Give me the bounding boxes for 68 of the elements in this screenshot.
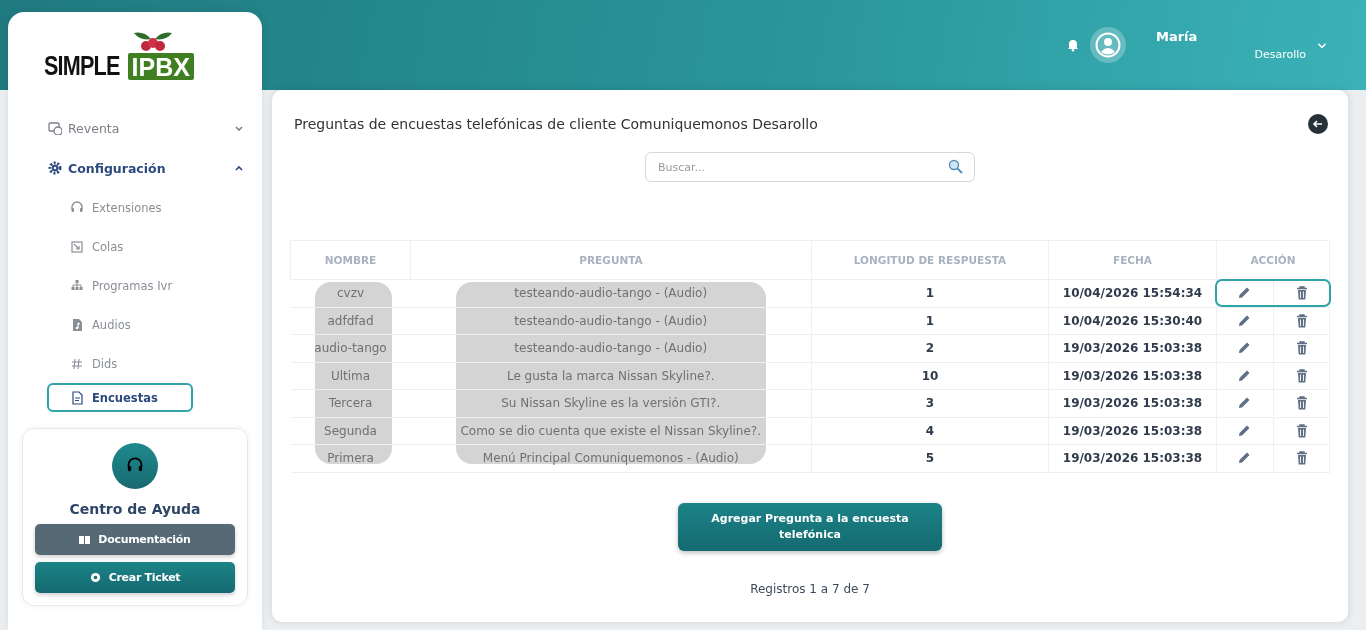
user-name: María [1156, 29, 1199, 44]
submenu-item[interactable]: Extensiones [48, 188, 198, 227]
raspberry-icon [131, 31, 174, 53]
table-cell: Como se dio cuenta que existe el Nissan Skyline?. [410, 417, 812, 445]
search-field[interactable]: Buscar... [645, 152, 975, 182]
table-cell: 5 [811, 444, 1049, 472]
table-cell: audio-tango [290, 334, 411, 362]
table-cell: testeando-audio-tango - (Audio) [410, 279, 812, 307]
search-icon [948, 159, 963, 174]
page-title: Preguntas de encuestas telefónicas de cliente Comuniquemonos Desarollo [294, 116, 818, 132]
table-cell: Ultima [290, 362, 411, 390]
submenu-item[interactable]: Programas Ivr [48, 266, 198, 305]
ticket-button[interactable]: Crear Ticket [35, 562, 235, 593]
column-header: NOMBRE [290, 240, 411, 280]
hash-icon [70, 356, 84, 371]
table-cell: 2 [811, 334, 1049, 362]
table-cell: 1 [811, 279, 1049, 307]
table-cell: Le gusta la marca Nissan Skyline?. [410, 362, 812, 390]
chevron-up-icon [234, 163, 244, 173]
document-icon [70, 390, 84, 405]
table-cell: 10/04/2026 15:30:40 [1048, 307, 1217, 335]
table-cell: 19/03/2026 15:03:38 [1048, 444, 1217, 472]
table-cell: Segunda [290, 417, 411, 445]
table-cell: 19/03/2026 15:03:38 [1048, 389, 1217, 417]
table-cell: Tercera [290, 389, 411, 417]
table-cell: Primera [290, 444, 411, 472]
table-cell: 4 [811, 417, 1049, 445]
arrow-box-icon [70, 239, 84, 254]
table-cell: 3 [811, 389, 1049, 417]
music-file-icon [70, 317, 84, 332]
records-count: Registros 1 a 7 de 7 [750, 581, 870, 596]
column-header: ACCIÓN [1216, 240, 1330, 280]
submenu-item[interactable]: Encuestas [47, 383, 193, 412]
table-cell: 10/04/2026 15:54:34 [1048, 279, 1217, 307]
table-cell: 19/03/2026 15:03:38 [1048, 417, 1217, 445]
table-cell: Su Nissan Skyline es la versión GTI?. [410, 389, 812, 417]
table-cell: testeando-audio-tango - (Audio) [410, 307, 812, 335]
submenu-item[interactable]: Dids [48, 344, 198, 383]
headset-icon [112, 443, 158, 489]
table-cell: testeando-audio-tango - (Audio) [410, 334, 812, 362]
sitemap-icon [70, 278, 84, 293]
table-cell: 19/03/2026 15:03:38 [1048, 362, 1217, 390]
menu-item[interactable]: Configuración [48, 148, 262, 188]
logo-text: SIMPLE [44, 53, 120, 80]
bell-icon[interactable] [1066, 38, 1080, 52]
book-icon [79, 534, 91, 545]
column-header: LONGITUD DE RESPUESTA [811, 240, 1049, 280]
submenu-item[interactable]: Colas [48, 227, 198, 266]
table-cell: Menú Principal Comuniquemonos - (Audio) [410, 444, 812, 472]
documentation-button[interactable]: Documentación [35, 524, 235, 555]
headset-icon [70, 200, 84, 215]
table-cell: 1 [811, 307, 1049, 335]
table-cell: adfdfad [290, 307, 411, 335]
table-cell: cvzv [290, 279, 411, 307]
menu-item[interactable]: Reventa [48, 108, 262, 148]
table-cell: 10 [811, 362, 1049, 390]
chevron-down-icon [234, 123, 244, 133]
submenu-item[interactable]: Audios [48, 305, 198, 344]
lifebuoy-icon [89, 572, 101, 583]
add-question-button[interactable]: Agregar Pregunta a la encuesta telefónica [678, 502, 942, 551]
column-header: FECHA [1048, 240, 1217, 280]
user-avatar[interactable] [1090, 27, 1126, 63]
logo-badge: IPBX [127, 53, 194, 80]
gear-icon [48, 161, 62, 175]
company-name: Desarollo [1254, 48, 1306, 61]
help-title: Centro de Ayuda [69, 501, 201, 517]
column-header: PREGUNTA [410, 240, 812, 280]
table-cell: 19/03/2026 15:03:38 [1048, 334, 1217, 362]
